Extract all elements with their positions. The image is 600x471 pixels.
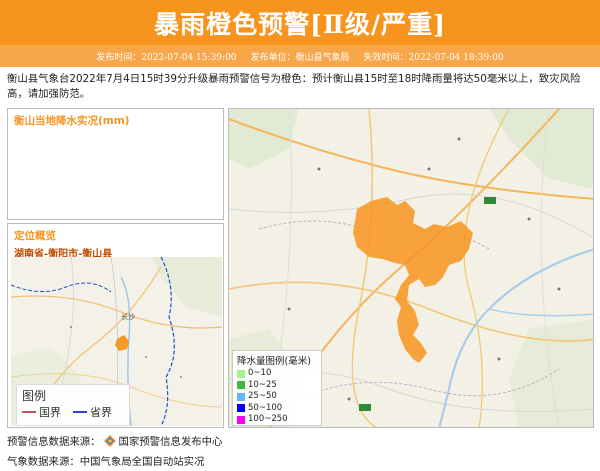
warning-description: 衡山县气象台2022年7月4日15时39分升级暴雨预警信号为橙色：预计衡山县15… <box>7 73 581 100</box>
publisher: 发布单位：衡山县气象局 <box>250 52 350 63</box>
publish-time: 发布时间：2022-07-04 15:39:00 <box>96 52 237 63</box>
rain-legend-row: 0~10 <box>237 368 317 380</box>
legend-national-border: 国界 <box>22 404 61 420</box>
warning-meta-bar: 发布时间：2022-07-04 15:39:00 发布单位：衡山县气象局 失效时… <box>0 45 600 67</box>
warning-title: 暴雨橙色预警[Ⅱ级/严重] <box>154 9 446 39</box>
weather-data-source: 气象数据来源：中国气象局全国自动站实况 <box>7 453 204 468</box>
weather-source-text: 气象数据来源：中国气象局全国自动站实况 <box>7 456 205 468</box>
location-map-legend: 图例 国界 省界 <box>16 384 130 426</box>
rainfall-panel: 衡山当地降水实况(mm) <box>7 108 224 220</box>
rain-swatch <box>237 404 245 413</box>
rain-legend-row: 25~50 <box>237 391 317 403</box>
changsha-label: 长沙 <box>121 312 135 321</box>
warning-banner: 暴雨橙色预警[Ⅱ级/严重] <box>0 0 600 45</box>
rain-swatch <box>237 369 245 378</box>
rainfall-panel-title: 衡山当地降水实况(mm) <box>14 115 130 127</box>
location-legend-title: 图例 <box>22 389 47 403</box>
rainfall-legend: 降水量图例(毫米) 0~10 10~25 25~50 50~100 100~25… <box>232 350 322 426</box>
province-border-swatch <box>73 411 87 413</box>
rain-swatch <box>237 415 245 424</box>
warning-center-logo-icon <box>103 434 116 447</box>
location-overview-title: 定位概览 <box>14 230 56 242</box>
warning-source-label: 预警信息数据来源： <box>7 436 101 448</box>
main-map-panel: 降水量图例(毫米) 0~10 10~25 25~50 50~100 100~25… <box>228 108 594 428</box>
rain-legend-row: 10~25 <box>237 380 317 392</box>
rain-swatch <box>237 392 245 401</box>
expire-time: 失效时间：2022-07-04 18:39:00 <box>363 52 504 63</box>
warning-data-source: 预警信息数据来源： 国家预警信息发布中心 <box>7 433 222 448</box>
national-border-swatch <box>22 411 36 413</box>
warning-source-link[interactable]: 国家预警信息发布中心 <box>119 433 223 448</box>
rain-swatch <box>237 381 245 390</box>
location-overview-panel: 定位概览 湖南省-衡阳市-衡山县 长沙 图例 国界 省界 <box>7 223 224 428</box>
legend-province-border: 省界 <box>73 404 112 420</box>
rainfall-legend-title: 降水量图例(毫米) <box>237 356 311 367</box>
rain-legend-row: 100~250 <box>237 414 317 426</box>
rain-legend-row: 50~100 <box>237 403 317 415</box>
warning-page: 暴雨橙色预警[Ⅱ级/严重] 发布时间：2022-07-04 15:39:00 发… <box>0 0 600 471</box>
